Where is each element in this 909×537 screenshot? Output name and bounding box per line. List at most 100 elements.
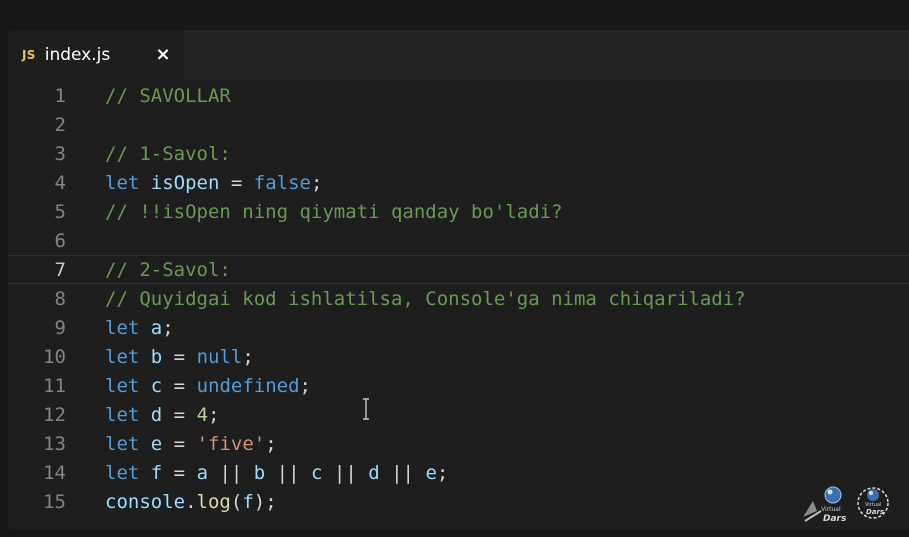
code-line-1[interactable]: 1 // SAVOLLAR (8, 81, 909, 110)
line-number: 11 (43, 374, 66, 397)
code-token: log (196, 490, 231, 513)
line-code: let e = 'five'; (105, 433, 277, 455)
code-token: = (162, 432, 197, 455)
code-line-14[interactable]: 14 let f = a || b || c || d || e; (8, 458, 909, 487)
code-line-8[interactable]: 8 // Quyidgai kod ishlatilsa, Console'ga … (8, 284, 909, 313)
code-line-12[interactable]: 12 let d = 4; (8, 400, 909, 429)
code-token: || (208, 461, 254, 484)
code-line-13[interactable]: 13 let e = 'five'; (8, 429, 909, 458)
code-token: ; (299, 374, 311, 397)
tab-label: index.js (44, 45, 111, 65)
line-code: // Quyidgai kod ishlatilsa, Console'ga n… (105, 288, 746, 310)
code-token: // SAVOLLAR (105, 84, 231, 107)
line-code: let c = undefined; (105, 375, 311, 397)
code-token: = (162, 374, 197, 397)
line-number: 2 (54, 113, 66, 136)
code-token: let (105, 374, 140, 397)
line-number: 5 (54, 200, 66, 223)
code-token: c (311, 461, 323, 484)
code-token: c (150, 374, 163, 397)
code-token: isOpen (150, 171, 220, 194)
line-number: 15 (43, 490, 66, 513)
line-number: 1 (54, 84, 66, 107)
code-line-10[interactable]: 10 let b = null; (8, 342, 909, 371)
svg-text:Virtual: Virtual (821, 506, 841, 513)
line-number: 6 (54, 229, 66, 252)
line-number: 10 (43, 345, 66, 368)
code-token: || (379, 461, 426, 484)
line-code: let isOpen = false; (105, 172, 322, 194)
line-number: 14 (43, 461, 66, 484)
code-line-11[interactable]: 11 let c = undefined; (8, 371, 909, 400)
code-token: = (162, 461, 197, 484)
code-token: let (105, 432, 140, 455)
code-token: console (105, 490, 186, 513)
line-code: let f = a || b || c || d || e; (105, 462, 448, 484)
line-number: 13 (43, 432, 66, 455)
code-token: ; (310, 171, 323, 194)
code-line-2[interactable]: 2 (8, 110, 909, 139)
svg-text:Dars: Dars (866, 508, 884, 516)
code-token: // 1-Savol: (105, 142, 231, 165)
line-code: console.log(f); (105, 491, 277, 513)
code-line-9[interactable]: 9 let a; (8, 313, 909, 342)
line-number: 3 (54, 142, 66, 165)
code-line-6[interactable]: 6 (8, 226, 909, 255)
code-token: e (425, 461, 437, 484)
code-token: ; (436, 461, 449, 484)
line-code: // 2-Savol: (105, 259, 231, 281)
code-token: // !!isOpen ning qiymati qanday bo'ladi? (105, 200, 563, 223)
code-token: let (105, 403, 140, 426)
code-token: = (219, 171, 254, 194)
line-number: 8 (54, 287, 66, 310)
line-number: 7 (54, 258, 66, 281)
line-code: // !!isOpen ning qiymati qanday bo'ladi? (105, 201, 563, 223)
code-line-15[interactable]: 15 console.log(f); (8, 487, 909, 516)
code-token: = (162, 345, 197, 368)
virtual-dars-logo-icon: Virtual Dars Virtual Dars (803, 486, 889, 524)
code-token: ; (208, 403, 220, 426)
code-line-3[interactable]: 3 // 1-Savol: (8, 139, 909, 168)
editor-window: JS index.js × 1 // SAVOLLAR 2 3 // 1-Savol: 4… (8, 30, 909, 530)
code-line-7[interactable]: 7 // 2-Savol: (8, 255, 909, 284)
code-token: b (253, 461, 266, 484)
line-number: 4 (54, 171, 66, 194)
code-line-4[interactable]: 4 let isOpen = false; (8, 168, 909, 197)
line-code: // SAVOLLAR (105, 85, 231, 107)
code-token: d (150, 403, 163, 426)
code-token: ( (230, 490, 243, 513)
code-line-5[interactable]: 5 // !!isOpen ning qiymati qanday bo'ladi… (8, 197, 909, 226)
code-token: f (150, 461, 163, 484)
line-code: let a; (105, 317, 174, 339)
line-code: // 1-Savol: (105, 143, 231, 165)
code-token: let (105, 316, 140, 339)
code-token: = (162, 403, 197, 426)
javascript-file-icon: JS (22, 48, 36, 62)
text-cursor-icon (363, 398, 369, 420)
code-token: a (196, 461, 209, 484)
code-token: // Quyidgai kod ishlatilsa, Console'ga n… (105, 287, 746, 310)
code-token: a (150, 316, 163, 339)
code-token: d (368, 461, 380, 484)
code-token: let (105, 345, 140, 368)
code-token: ; (162, 316, 174, 339)
code-token: 4 (196, 403, 209, 426)
code-token: 'five' (196, 432, 266, 455)
line-number: 12 (43, 403, 66, 426)
code-token: let (105, 171, 140, 194)
code-token: // 2-Savol: (105, 258, 231, 281)
close-icon[interactable]: × (152, 43, 174, 65)
code-editor[interactable]: 1 // SAVOLLAR 2 3 // 1-Savol: 4 let isOpen = f… (8, 80, 909, 516)
code-token: null (196, 345, 243, 368)
code-token: ; (242, 345, 254, 368)
code-token: . (185, 490, 197, 513)
line-code: let b = null; (105, 346, 254, 368)
tab-index-js[interactable]: JS index.js × (8, 30, 184, 80)
line-code: let d = 4; (105, 404, 219, 426)
code-token: ; (265, 432, 277, 455)
